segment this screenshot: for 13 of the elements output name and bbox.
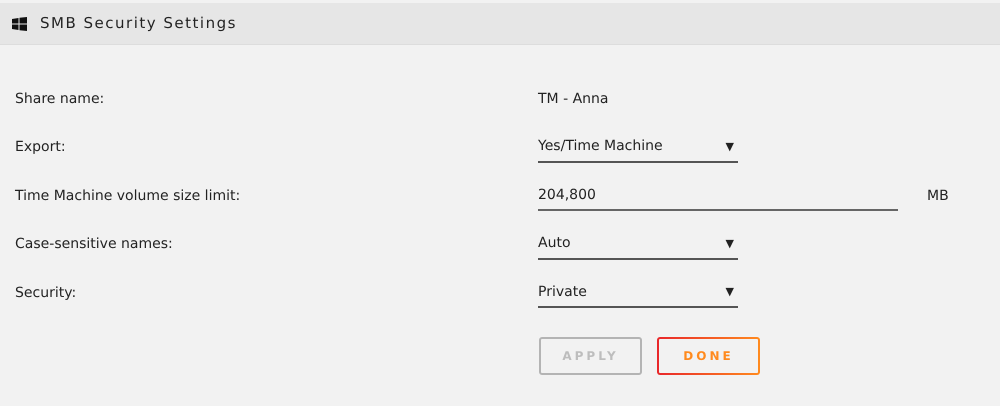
field-label: Share name: (15, 90, 106, 109)
share-name-value: TM - Anna (538, 90, 608, 109)
field-label: Security: (15, 284, 78, 303)
field-label: Case-sensitive names: (15, 235, 174, 254)
unit-label: MB (927, 186, 949, 206)
window-title: SMB Security Settings (40, 13, 237, 34)
dropdown[interactable]: Auto ▼ (538, 230, 738, 260)
field-label: Export: (15, 138, 67, 158)
input-field[interactable]: 204,800 (538, 181, 898, 212)
dropdown[interactable]: Yes/Time Machine ▼ (538, 132, 738, 163)
dropdown[interactable]: Private ▼ (538, 278, 738, 308)
windows-icon (12, 16, 27, 30)
field-label: Time Machine volume size limit: (15, 186, 242, 206)
